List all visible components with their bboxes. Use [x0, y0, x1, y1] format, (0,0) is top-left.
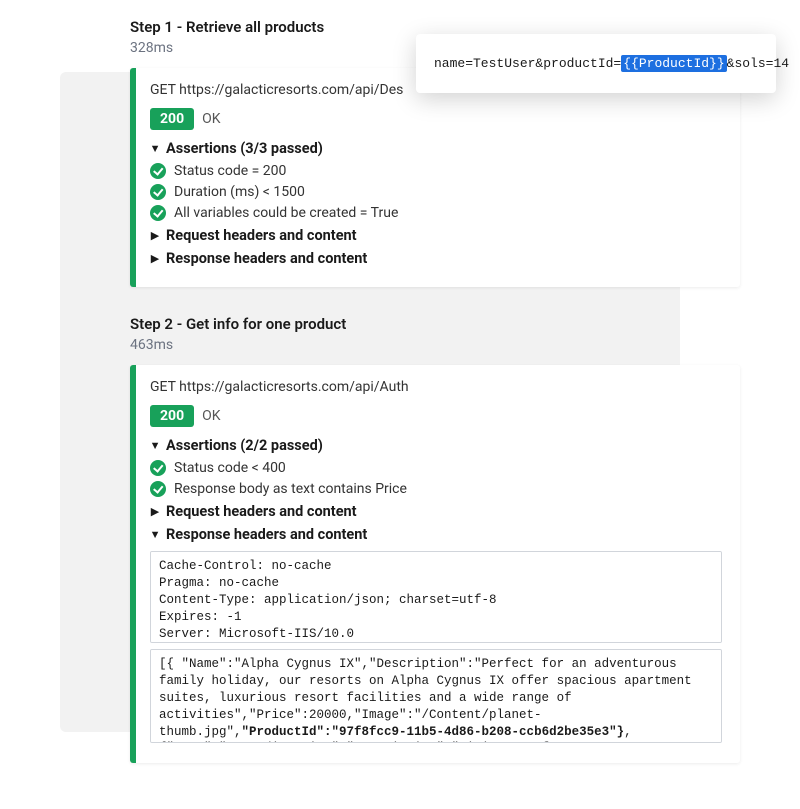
assertion-text: Status code < 400	[174, 460, 286, 476]
request-headers-label: Request headers and content	[166, 227, 357, 244]
assertion-text: Status code = 200	[174, 163, 286, 179]
status-text: OK	[202, 111, 220, 127]
tooltip-text-post: &sols=14	[727, 56, 789, 71]
request-headers-toggle[interactable]: ▶ Request headers and content	[150, 227, 722, 244]
request-headers-label: Request headers and content	[166, 503, 357, 520]
status-text: OK	[202, 408, 220, 424]
assertions-toggle[interactable]: ▼ Assertions (2/2 passed)	[150, 437, 722, 454]
check-icon	[150, 163, 166, 179]
step-card: GET https://galacticresorts.com/api/Auth…	[130, 365, 740, 763]
check-icon	[150, 184, 166, 200]
assertion-item: Response body as text contains Price	[150, 481, 722, 497]
chevron-down-icon: ▼	[150, 528, 160, 541]
chevron-right-icon: ▶	[150, 229, 160, 242]
assertion-text: Response body as text contains Price	[174, 481, 407, 497]
chevron-right-icon: ▶	[150, 252, 160, 265]
response-headers-toggle[interactable]: ▶ Response headers and content	[150, 250, 722, 267]
response-headers-label: Response headers and content	[166, 250, 367, 267]
step-card: GET https://galacticresorts.com/api/Des …	[130, 68, 740, 287]
response-headers-textarea[interactable]: Cache-Control: no-cache Pragma: no-cache…	[150, 551, 722, 643]
assertion-item: Duration (ms) < 1500	[150, 184, 722, 200]
assertions-summary: Assertions (2/2 passed)	[166, 437, 323, 454]
chevron-down-icon: ▼	[150, 142, 160, 155]
assertion-item: All variables could be created = True	[150, 205, 722, 221]
assertion-item: Status code = 200	[150, 163, 722, 179]
tooltip-variable-highlight: {{ProductId}}	[621, 55, 726, 72]
assertion-text: Duration (ms) < 1500	[174, 184, 305, 200]
variable-tooltip: name=TestUser&productId={{ProductId}}&so…	[416, 34, 776, 93]
status-badge: 200	[150, 108, 194, 130]
assertions-toggle[interactable]: ▼ Assertions (3/3 passed)	[150, 140, 722, 157]
tooltip-text-pre: name=TestUser&productId=	[434, 56, 621, 71]
request-headers-toggle[interactable]: ▶ Request headers and content	[150, 503, 722, 520]
check-icon	[150, 205, 166, 221]
status-badge: 200	[150, 405, 194, 427]
check-icon	[150, 481, 166, 497]
response-headers-toggle[interactable]: ▼ Response headers and content	[150, 526, 722, 543]
assertions-summary: Assertions (3/3 passed)	[166, 140, 323, 157]
chevron-down-icon: ▼	[150, 439, 160, 452]
assertion-text: All variables could be created = True	[174, 205, 398, 221]
assertion-item: Status code < 400	[150, 460, 722, 476]
response-headers-label: Response headers and content	[166, 526, 367, 543]
chevron-right-icon: ▶	[150, 505, 160, 518]
response-body-highlight: "ProductId":"97f8fcc9-11b5-4d86-b208-ccb…	[242, 725, 625, 739]
response-body-textarea[interactable]: [{ "Name":"Alpha Cygnus IX","Description…	[150, 649, 722, 743]
check-icon	[150, 460, 166, 476]
step-title: Step 2 - Get info for one product	[130, 315, 740, 333]
step-duration: 463ms	[130, 337, 740, 353]
request-line: GET https://galacticresorts.com/api/Auth	[150, 379, 722, 395]
